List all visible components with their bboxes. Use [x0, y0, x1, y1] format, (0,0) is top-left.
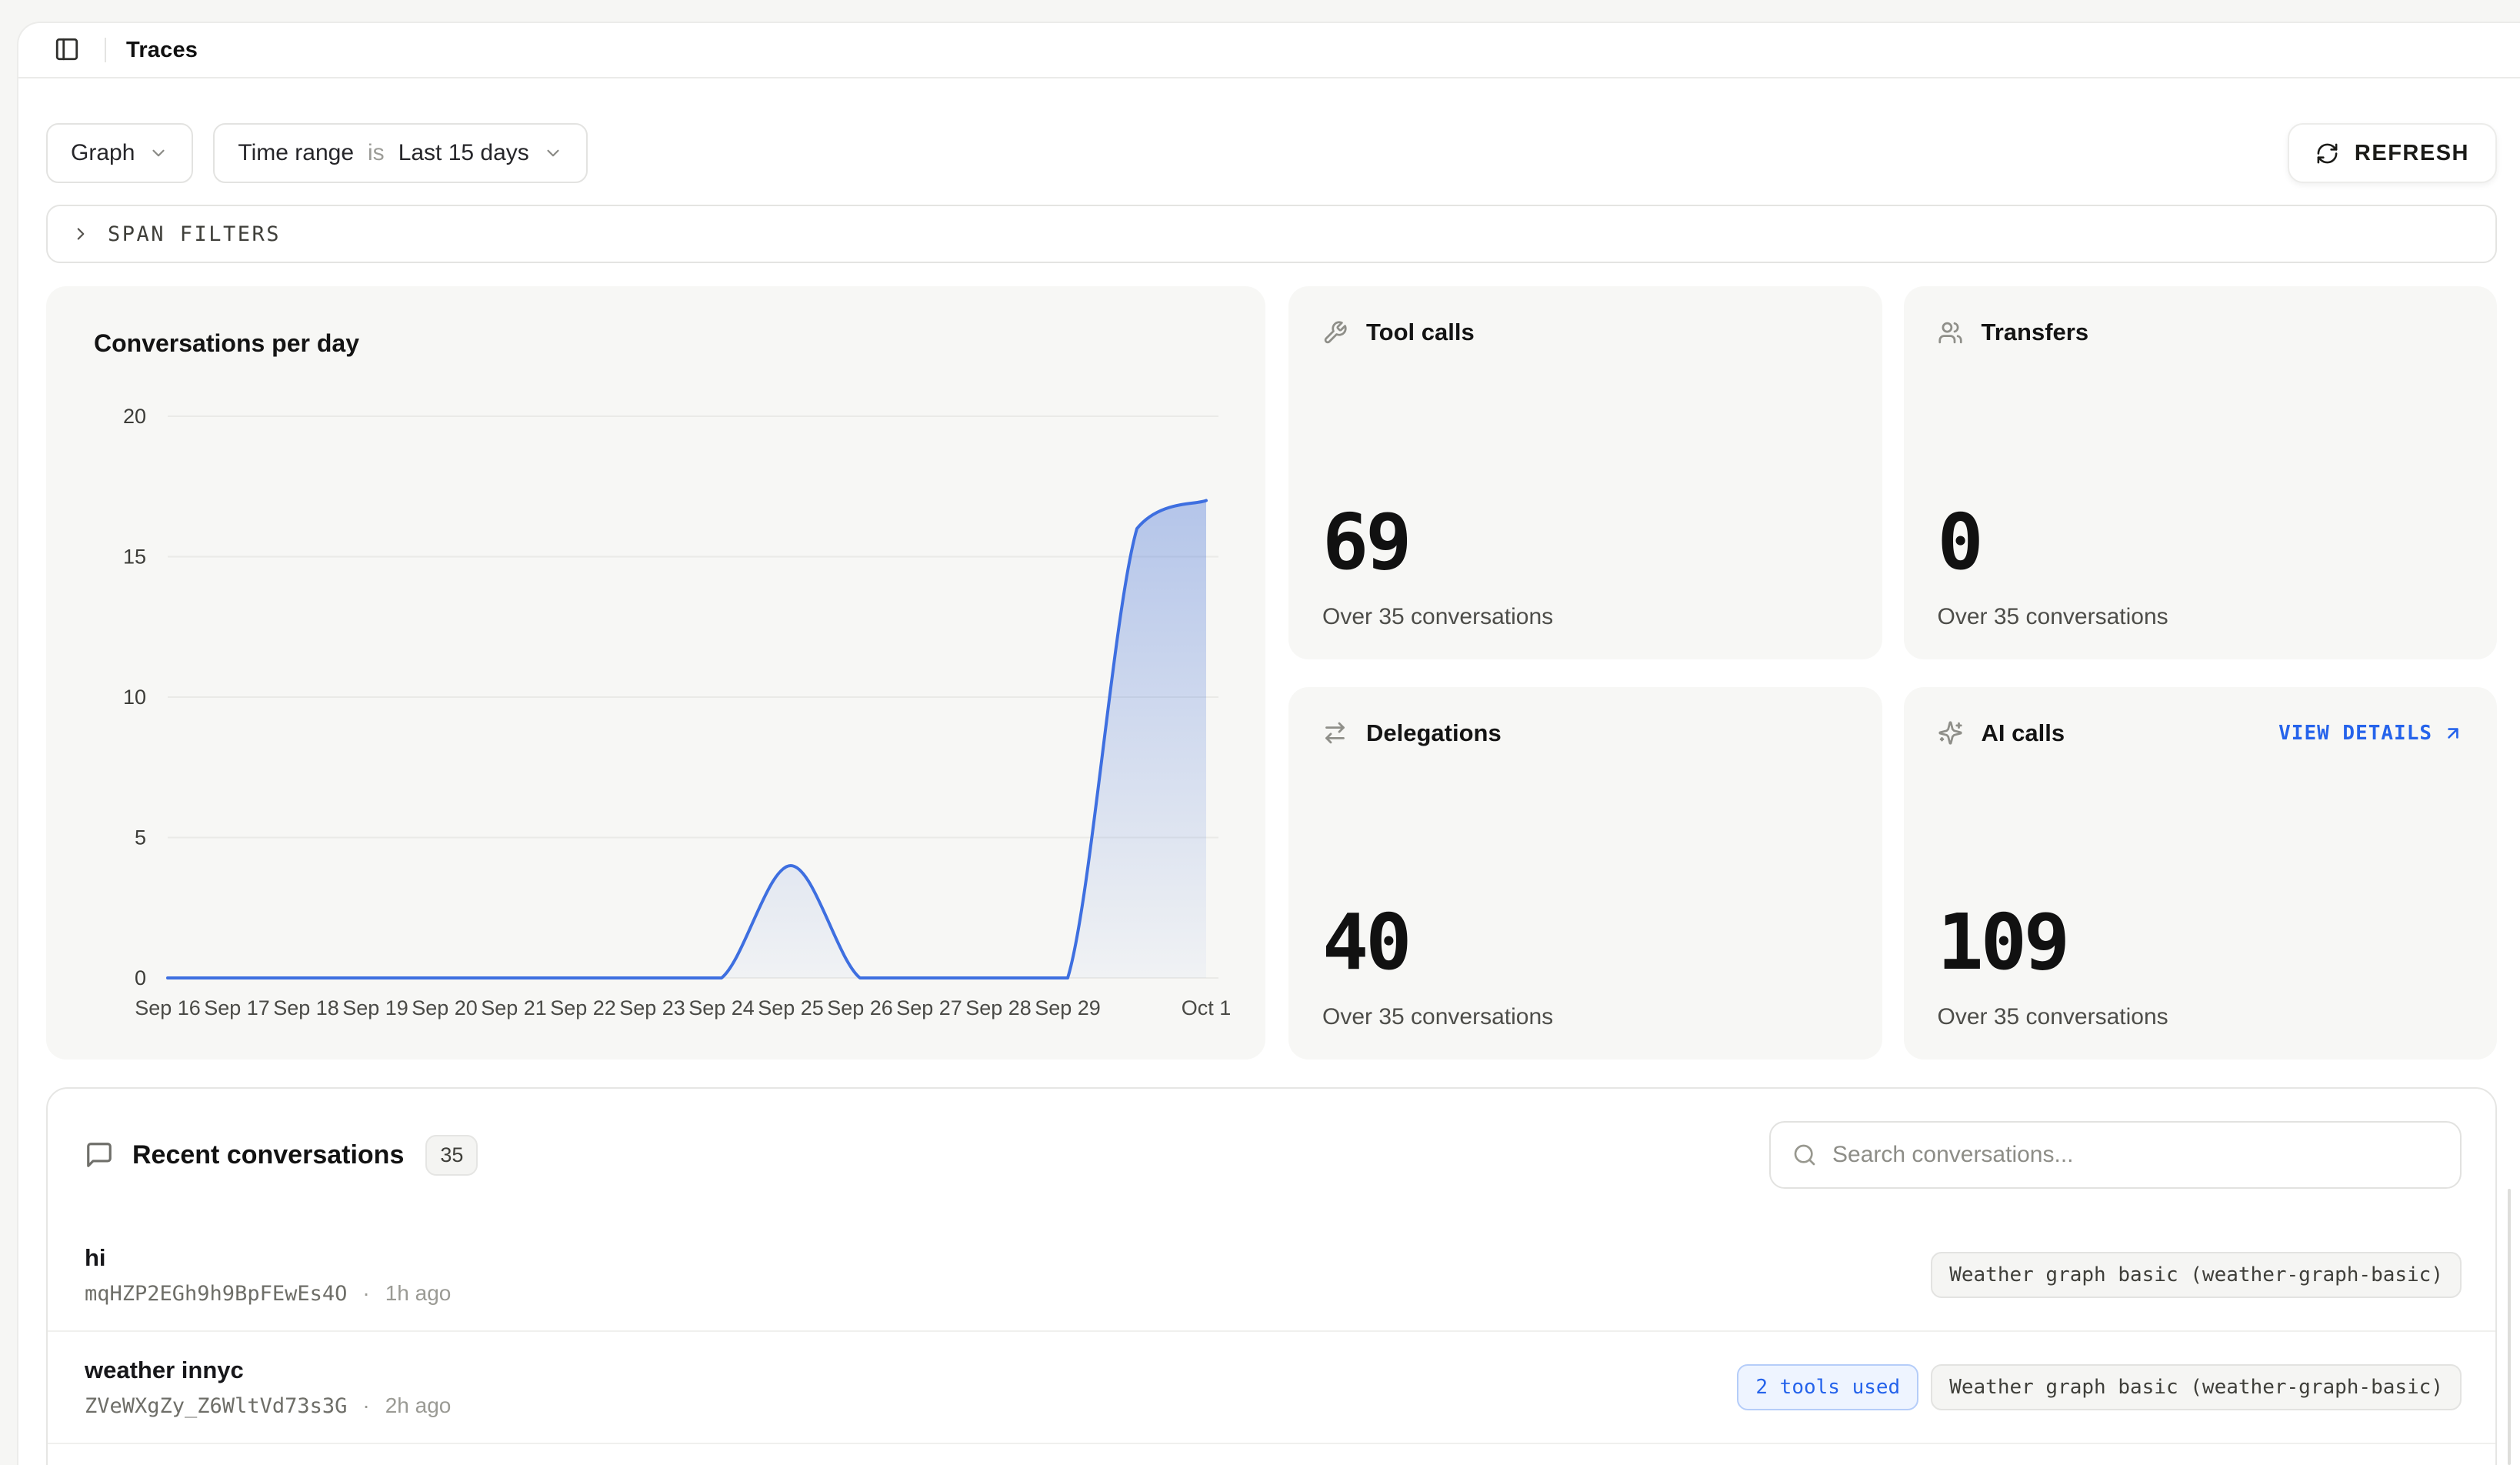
time-range-dropdown[interactable]: Time range is Last 15 days — [213, 123, 587, 183]
svg-text:20: 20 — [123, 405, 146, 428]
users-icon — [1938, 320, 1963, 345]
search-icon — [1792, 1143, 1817, 1167]
refresh-label: REFRESH — [2355, 141, 2469, 166]
view-details-label: VIEW DETAILS — [2278, 722, 2432, 745]
svg-text:15: 15 — [123, 546, 146, 569]
wrench-icon — [1322, 320, 1348, 345]
agent-tag: Weather graph basic (weather-graph-basic… — [1931, 1252, 2462, 1298]
svg-text:Sep 25: Sep 25 — [758, 996, 824, 1019]
conversation-time: 1h ago — [385, 1281, 452, 1306]
conversation-time: 2h ago — [385, 1393, 452, 1418]
conversation-title: weather innyc — [85, 1357, 451, 1384]
time-range-operator: is — [368, 140, 385, 166]
graph-dropdown-label: Graph — [71, 140, 135, 166]
recent-conversations-title: Recent conversations — [132, 1140, 404, 1170]
svg-text:10: 10 — [123, 686, 146, 709]
page-title: Traces — [126, 38, 198, 63]
content: Graph Time range is Last 15 days REFRESH — [18, 78, 2520, 1465]
metric-title: AI calls — [1982, 719, 2065, 747]
metric-subtitle: Over 35 conversations — [1322, 1004, 1848, 1030]
time-range-field: Time range — [238, 140, 354, 166]
svg-text:Sep 19: Sep 19 — [342, 996, 408, 1019]
conversation-row[interactable]: weather innyc ZVeWXgZy_Z6WltVd73s3G · 2h… — [48, 1332, 2495, 1444]
metric-card-tool-calls: Tool calls 69 Over 35 conversations — [1288, 286, 1882, 659]
metric-value: 69 — [1322, 504, 1848, 581]
metric-card-transfers: Transfers 0 Over 35 conversations — [1904, 286, 2498, 659]
main-panel: Traces Graph Time range is Last 15 days — [17, 22, 2520, 1465]
page-scrollbar[interactable] — [2508, 1189, 2511, 1465]
chart-title: Conversations per day — [94, 329, 1236, 358]
svg-text:Sep 23: Sep 23 — [619, 996, 685, 1019]
dot-separator: · — [362, 1393, 369, 1418]
svg-text:Sep 22: Sep 22 — [550, 996, 616, 1019]
svg-text:Sep 17: Sep 17 — [204, 996, 270, 1019]
top-bar: Traces — [18, 23, 2520, 78]
span-filters-label: SPAN FILTERS — [108, 222, 281, 246]
metric-subtitle: Over 35 conversations — [1938, 1004, 2464, 1030]
svg-text:Sep 20: Sep 20 — [412, 996, 478, 1019]
metric-subtitle: Over 35 conversations — [1322, 604, 1848, 630]
svg-text:5: 5 — [135, 826, 146, 849]
arrows-right-left-icon — [1322, 720, 1348, 746]
metric-card-delegations: Delegations 40 Over 35 conversations — [1288, 687, 1882, 1060]
panel-left-icon — [54, 36, 80, 65]
refresh-icon — [2315, 142, 2339, 165]
svg-text:Sep 26: Sep 26 — [827, 996, 893, 1019]
metric-title: Tool calls — [1366, 319, 1475, 346]
recent-conversations-header: Recent conversations 35 — [48, 1089, 2495, 1220]
dot-separator: · — [362, 1281, 369, 1306]
conversation-count-badge: 35 — [425, 1135, 478, 1176]
message-square-icon — [85, 1140, 114, 1170]
svg-text:Oct 1: Oct 1 — [1182, 996, 1232, 1019]
metric-title: Transfers — [1982, 319, 2089, 346]
view-details-link[interactable]: VIEW DETAILS — [2278, 722, 2463, 745]
filter-row: Graph Time range is Last 15 days REFRESH — [46, 123, 2497, 183]
recent-conversations-panel: Recent conversations 35 hi mqHZP2EGh9h9B… — [46, 1087, 2497, 1465]
conversation-row[interactable]: hi mqHZP2EGh9h9BpFEwEs4O · 1h ago Weathe… — [48, 1220, 2495, 1332]
svg-text:Sep 18: Sep 18 — [273, 996, 339, 1019]
sidebar-toggle-button[interactable] — [49, 32, 85, 68]
svg-text:Sep 24: Sep 24 — [688, 996, 755, 1019]
conversation-id: mqHZP2EGh9h9BpFEwEs4O — [85, 1282, 347, 1306]
metric-title: Delegations — [1366, 719, 1502, 747]
metric-value: 0 — [1938, 504, 2464, 581]
conversations-chart-card: Conversations per day 05101520Sep 16Sep … — [46, 286, 1265, 1060]
svg-text:Sep 29: Sep 29 — [1035, 996, 1101, 1019]
svg-text:Sep 28: Sep 28 — [965, 996, 1032, 1019]
divider — [105, 38, 106, 62]
metric-cards: Tool calls 69 Over 35 conversations Tran… — [1288, 286, 2497, 1060]
refresh-button[interactable]: REFRESH — [2288, 123, 2497, 183]
svg-text:Sep 27: Sep 27 — [896, 996, 962, 1019]
dashboard-grid: Conversations per day 05101520Sep 16Sep … — [46, 286, 2497, 1060]
search-box — [1769, 1121, 2462, 1189]
conversation-id: ZVeWXgZy_Z6WltVd73s3G — [85, 1394, 347, 1418]
conversations-area-chart: 05101520Sep 16Sep 17Sep 18Sep 19Sep 20Se… — [75, 370, 1233, 1026]
metric-value: 40 — [1322, 904, 1848, 981]
svg-text:Sep 16: Sep 16 — [135, 996, 201, 1019]
arrow-up-right-icon — [2443, 723, 2463, 743]
svg-text:0: 0 — [135, 966, 146, 989]
svg-text:Sep 21: Sep 21 — [481, 996, 547, 1019]
sparkles-icon — [1938, 720, 1963, 746]
conversation-title: hi — [85, 1244, 451, 1272]
search-input[interactable] — [1832, 1142, 2438, 1168]
chevron-right-icon — [71, 224, 91, 244]
tools-used-tag: 2 tools used — [1737, 1364, 1918, 1410]
time-range-value: Last 15 days — [398, 140, 529, 166]
span-filters-expander[interactable]: SPAN FILTERS — [46, 205, 2497, 263]
chevron-down-icon — [148, 143, 168, 163]
metric-value: 109 — [1938, 904, 2464, 981]
metric-card-ai-calls: AI calls VIEW DETAILS 109 Over 35 conver… — [1904, 687, 2498, 1060]
agent-tag: Weather graph basic (weather-graph-basic… — [1931, 1364, 2462, 1410]
chevron-down-icon — [543, 143, 563, 163]
metric-subtitle: Over 35 conversations — [1938, 604, 2464, 630]
graph-dropdown[interactable]: Graph — [46, 123, 193, 183]
